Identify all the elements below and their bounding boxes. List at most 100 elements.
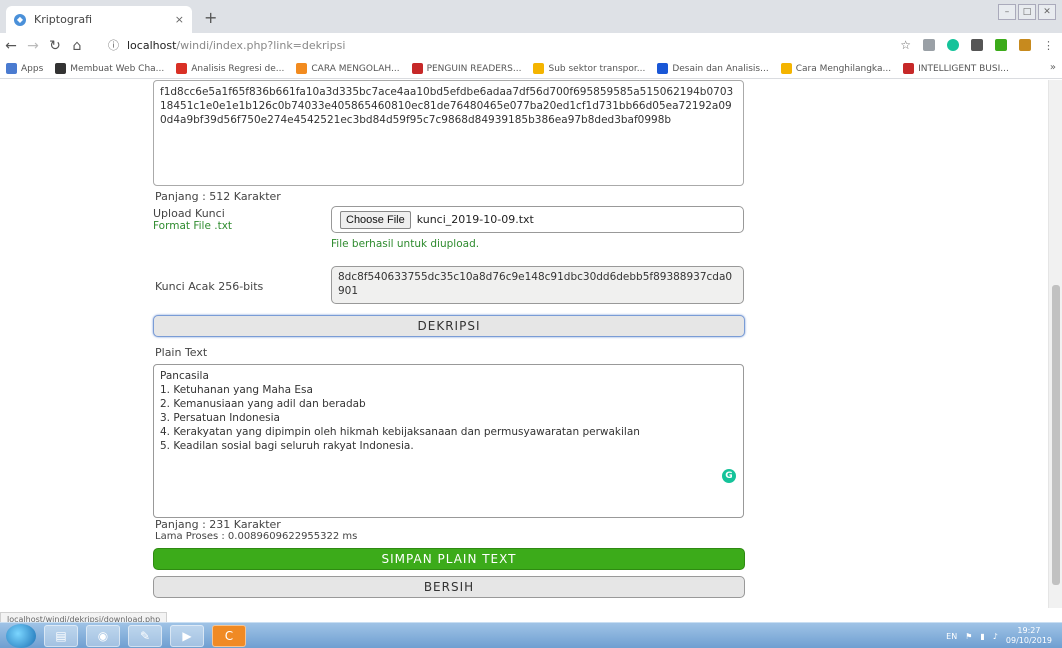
tab-close-icon[interactable]: × <box>175 13 184 26</box>
reload-icon[interactable]: ↻ <box>44 38 66 54</box>
close-window-icon[interactable]: ✕ <box>1038 4 1056 20</box>
start-button-icon[interactable] <box>6 623 36 648</box>
bookmark-label: INTELLIGENT BUSI... <box>918 63 1009 74</box>
bookmark-item[interactable]: PENGUIN READERS... <box>411 63 522 74</box>
plain-line: 3. Persatuan Indonesia <box>160 412 280 424</box>
new-tab-button[interactable]: + <box>204 10 217 26</box>
system-tray: EN ⚑ ▮ ♪ 19:27 09/10/2019 <box>946 626 1052 646</box>
bookmark-favicon-icon <box>903 63 915 74</box>
plain-line: 5. Keadilan sosial bagi seluruh rakyat I… <box>160 440 414 452</box>
bookmark-favicon-icon <box>533 63 545 74</box>
minimize-icon[interactable]: – <box>998 4 1016 20</box>
clock[interactable]: 19:27 09/10/2019 <box>1006 626 1052 646</box>
browser-toolbar: ← → ↻ ⌂ ⓘ localhost /windi/index.php?lin… <box>0 33 1062 59</box>
extension-shield-icon[interactable] <box>923 39 935 51</box>
back-icon[interactable]: ← <box>0 38 22 54</box>
forward-icon[interactable]: → <box>22 38 44 54</box>
os-taskbar: ▤ ◉ ✎ ▶ C EN ⚑ ▮ ♪ 19:27 09/10/2019 <box>0 622 1062 648</box>
bookmark-item[interactable]: INTELLIGENT BUSI... <box>903 63 1009 74</box>
scrollbar-thumb[interactable] <box>1052 285 1060 585</box>
grammarly-icon[interactable]: G <box>722 469 736 483</box>
bookmark-item[interactable]: Sub sektor transpor... <box>533 63 645 74</box>
save-plain-text-button[interactable]: SIMPAN PLAIN TEXT <box>153 548 745 570</box>
flag-icon[interactable]: ⚑ <box>965 632 972 641</box>
app-icon[interactable]: C <box>212 624 246 647</box>
bookmark-label: Sub sektor transpor... <box>548 63 646 74</box>
maximize-icon[interactable]: □ <box>1018 4 1036 20</box>
upload-key-label: Upload Kunci <box>153 207 225 220</box>
clear-button[interactable]: BERSIH <box>153 576 745 598</box>
bookmark-item[interactable]: CARA MENGOLAH... <box>296 63 400 74</box>
tab-strip: ◆ Kriptografi × + – □ ✕ <box>0 0 1062 33</box>
upload-format-hint: Format File .txt <box>153 220 233 232</box>
bookmark-favicon-icon <box>411 63 423 74</box>
page-content: f1d8cc6e5a1f65f836b661fa10a3d335bc7ace4a… <box>0 80 1062 608</box>
volume-icon[interactable]: ♪ <box>993 632 998 641</box>
bookmark-label: CARA MENGOLAH... <box>311 63 400 74</box>
plain-line: 1. Ketuhanan yang Maha Esa <box>160 384 313 396</box>
bookmark-label: Analisis Regresi de... <box>191 63 285 74</box>
random-key-label: Kunci Acak 256-bits <box>155 280 264 293</box>
page-scrollbar[interactable] <box>1048 80 1062 608</box>
cipher-length: Panjang : 512 Karakter <box>155 190 281 203</box>
network-icon[interactable]: ▮ <box>980 632 984 641</box>
menu-icon[interactable]: ⋮ <box>1043 39 1054 52</box>
bookmarks-overflow-icon[interactable]: » <box>1050 62 1056 73</box>
bookmark-favicon-icon <box>296 63 308 74</box>
explorer-icon[interactable]: ▤ <box>44 624 78 647</box>
home-icon[interactable]: ⌂ <box>66 38 88 54</box>
apps-grid-icon <box>6 63 17 74</box>
bookmark-favicon-icon <box>657 63 669 74</box>
language-indicator[interactable]: EN <box>946 632 957 641</box>
media-icon[interactable]: ▶ <box>170 624 204 647</box>
bookmark-favicon-icon <box>780 63 792 74</box>
site-info-icon[interactable]: ⓘ <box>108 37 119 53</box>
choose-file-button[interactable]: Choose File <box>340 210 411 229</box>
address-bar[interactable]: ⓘ localhost /windi/index.php?link=dekrip… <box>108 35 888 55</box>
plain-text-label: Plain Text <box>155 346 208 359</box>
selected-file-name: kunci_2019-10-09.txt <box>416 213 534 226</box>
bookmark-item[interactable]: Cara Menghilangka... <box>780 63 892 74</box>
bookmark-favicon-icon <box>176 63 188 74</box>
random-key-value: 8dc8f540633755dc35c10a8d76c9e148c91dbc30… <box>338 271 733 297</box>
bookmark-favicon-icon <box>55 63 67 74</box>
plain-length: Panjang : 231 Karakter <box>155 518 281 531</box>
extension-icons: ☆ ⋮ <box>900 38 1054 52</box>
decrypt-button[interactable]: DEKRIPSI <box>153 315 745 337</box>
clock-time: 19:27 <box>1017 626 1041 635</box>
plain-line: 2. Kemanusiaan yang adil dan beradab <box>160 398 366 410</box>
window-controls: – □ ✕ <box>998 4 1056 20</box>
chrome-icon[interactable]: ◉ <box>86 624 120 647</box>
notepad-icon[interactable]: ✎ <box>128 624 162 647</box>
bookmark-label: Desain dan Analisis... <box>672 63 769 74</box>
bookmark-label: Apps <box>21 63 44 74</box>
process-time: Lama Proses : 0.0089609622955322 ms <box>155 531 358 542</box>
url-path: /windi/index.php?link=dekripsi <box>176 38 346 52</box>
random-key-field[interactable]: 8dc8f540633755dc35c10a8d76c9e148c91dbc30… <box>331 266 744 304</box>
bookmark-item[interactable]: Desain dan Analisis... <box>657 63 769 74</box>
upload-success-message: File berhasil untuk diupload. <box>331 238 480 250</box>
cipher-text-area[interactable]: f1d8cc6e5a1f65f836b661fa10a3d335bc7ace4a… <box>153 80 744 186</box>
extension-cup-icon[interactable] <box>1019 39 1031 51</box>
browser-tab[interactable]: ◆ Kriptografi × <box>6 6 192 33</box>
bookmark-label: Cara Menghilangka... <box>795 63 892 74</box>
cipher-text: f1d8cc6e5a1f65f836b661fa10a3d335bc7ace4a… <box>160 86 734 126</box>
bookmarks-bar: Apps Membuat Web Cha... Analisis Regresi d… <box>0 59 1062 79</box>
extension-box-icon[interactable] <box>971 39 983 51</box>
bookmark-label: Membuat Web Cha... <box>70 63 165 74</box>
plain-line: Pancasila <box>160 370 209 382</box>
extension-leaf-icon[interactable] <box>995 39 1007 51</box>
bookmark-item[interactable]: Membuat Web Cha... <box>55 63 164 74</box>
extension-grammarly-icon[interactable] <box>947 39 959 51</box>
site-favicon-icon: ◆ <box>14 13 26 26</box>
plain-line: 4. Kerakyatan yang dipimpin oleh hikmah … <box>160 426 640 438</box>
url-host: localhost <box>127 38 177 52</box>
plain-text-area[interactable]: Pancasila 1. Ketuhanan yang Maha Esa 2. … <box>153 364 744 518</box>
tab-title: Kriptografi <box>34 13 92 26</box>
bookmark-label: PENGUIN READERS... <box>426 63 522 74</box>
file-upload-field: Choose File kunci_2019-10-09.txt <box>331 206 744 233</box>
bookmark-item[interactable]: Analisis Regresi de... <box>176 63 284 74</box>
clock-date: 09/10/2019 <box>1005 636 1052 645</box>
star-icon[interactable]: ☆ <box>900 38 911 52</box>
bookmark-item[interactable]: Apps <box>6 63 43 74</box>
